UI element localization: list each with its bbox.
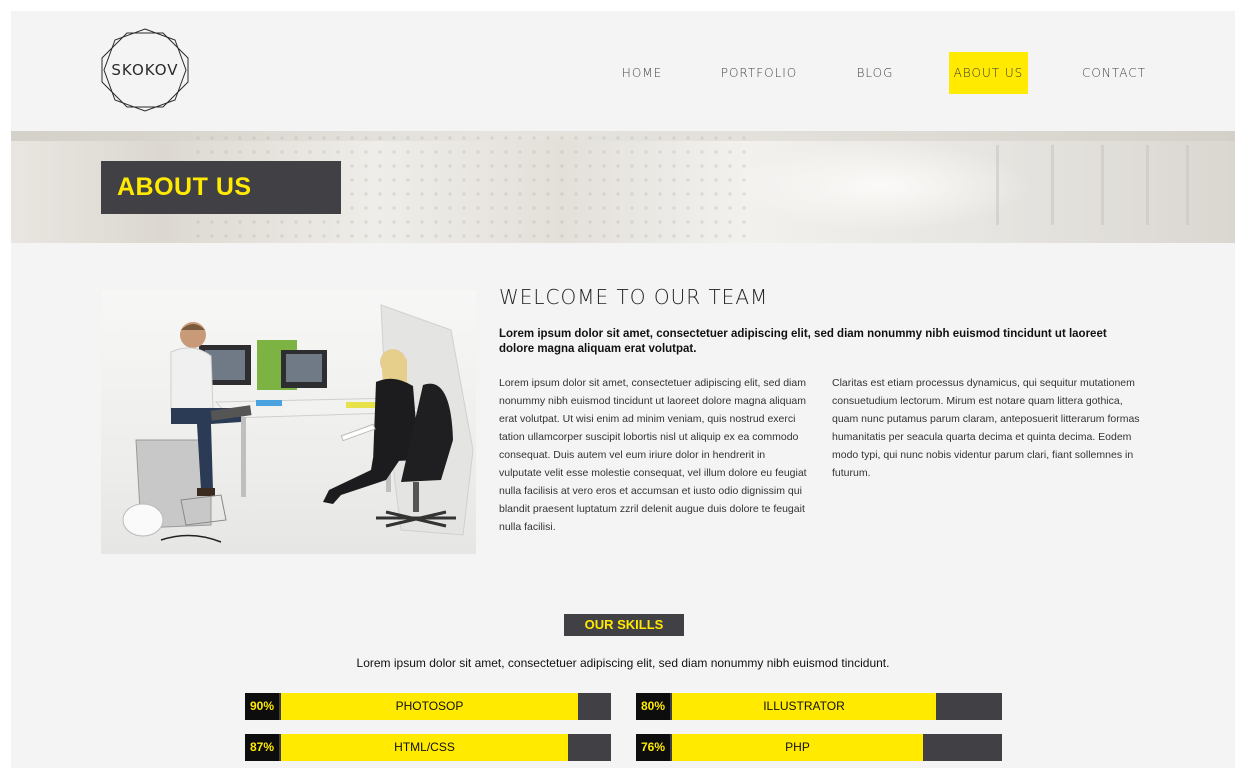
logo[interactable]: SKOKOV — [100, 27, 190, 113]
nav-home[interactable]: HOME — [611, 52, 673, 94]
team-photo — [101, 290, 476, 554]
nav-blog[interactable]: BLOG — [847, 52, 903, 94]
skill-name: PHOTOSOP — [395, 699, 464, 713]
skill-percent: 87% — [245, 734, 279, 761]
office-team-image — [122, 304, 474, 543]
page-title: ABOUT US — [101, 161, 341, 214]
skill-percent: 80% — [636, 693, 670, 720]
skills-heading: OUR SKILLS — [564, 614, 684, 636]
welcome-lead: Lorem ipsum dolor sit amet, consectetuer… — [499, 328, 1107, 355]
skill-bar-php: 76% PHP — [636, 734, 1002, 761]
skill-percent: 76% — [636, 734, 670, 761]
page: SKOKOV HOME PORTFOLIO BLOG ABOUT US CONT… — [11, 11, 1235, 768]
skill-bar-html-css: 87% HTML/CSS — [245, 734, 611, 761]
skill-name: HTML/CSS — [394, 740, 455, 754]
nav-contact[interactable]: CONTACT — [1075, 52, 1153, 94]
skill-bar-illustrator: 80% ILLUSTRATOR — [636, 693, 1002, 720]
welcome-title: WELCOME TO OUR TEAM — [499, 285, 769, 309]
nav-portfolio[interactable]: PORTFOLIO — [715, 52, 803, 94]
skill-name: ILLUSTRATOR — [763, 699, 845, 713]
welcome-column-right: Claritas est etiam processus dynamicus, … — [832, 377, 1140, 479]
logo-text: SKOKOV — [111, 61, 179, 79]
skill-name: PHP — [785, 740, 810, 754]
skill-percent: 90% — [245, 693, 279, 720]
nav-about-us[interactable]: ABOUT US — [949, 52, 1028, 94]
welcome-column-left: Lorem ipsum dolor sit amet, consectetuer… — [499, 377, 807, 533]
skill-bar-photoshop: 90% PHOTOSOP — [245, 693, 611, 720]
skills-intro: Lorem ipsum dolor sit amet, consectetuer… — [356, 656, 890, 670]
